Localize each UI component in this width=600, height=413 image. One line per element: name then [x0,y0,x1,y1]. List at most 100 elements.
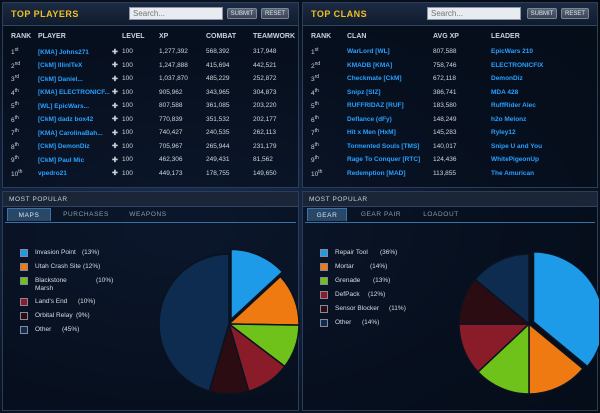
clan-cell[interactable]: Deflance (dFy) [347,113,433,127]
top-clans-panel: TOP CLANS SUBMIT RESET RANK CLAN AVG XP LEA… [302,2,598,188]
add-friend-icon[interactable]: ✚ [112,76,118,83]
rank-suffix: rd [14,74,20,81]
players-search-input[interactable] [129,7,223,20]
leader-cell[interactable]: The Amurican [491,167,595,181]
tab-gear[interactable]: GEAR [307,208,347,221]
rank-cell: 7th [311,126,347,140]
player-cell[interactable]: [CkM] dadz box42 ✚ [38,113,122,127]
player-cell[interactable]: [KMA] CarolinaBah... ✚ [38,126,122,140]
level-cell: 100 [122,48,133,56]
table-row: 2nd [CkM] lllinlTeX ✚ 100 1,247,888 415,694 44… [11,59,296,73]
level-cell: 100 [122,129,133,137]
player-cell[interactable]: [CkM] Paul Mic ✚ [38,153,122,167]
combat-cell: 485,229 [206,75,230,83]
rank-cell: 6th [311,113,347,127]
level-cell: 100 [122,169,133,177]
clan-cell[interactable]: Hit x Men [HxM] [347,126,433,140]
player-name-link[interactable]: [KMA] ELECTRONICF... [38,89,112,96]
clan-cell[interactable]: WarLord [WL] [347,45,433,59]
add-friend-icon[interactable]: ✚ [112,103,118,110]
avg-xp-cell: 140,017 [433,142,457,150]
player-cell[interactable]: [KMA] ELECTRONICF... ✚ [38,86,122,100]
rank-suffix: th [314,114,319,121]
avg-xp-cell: 124,436 [433,156,457,164]
players-submit-button[interactable]: SUBMIT [227,8,257,19]
clan-cell[interactable]: KMADB [KMA] [347,59,433,73]
top-clans-title: TOP CLANS [311,9,368,19]
rank-suffix: th [14,114,19,121]
player-name-link[interactable]: [CkM] Paul Mic [38,157,112,164]
leader-cell[interactable]: DemonDiz [491,72,595,86]
rank-suffix: th [14,141,19,148]
add-friend-icon[interactable]: ✚ [112,170,118,177]
leader-cell[interactable]: h2o Melonz [491,113,595,127]
tab-purchases[interactable]: PURCHASES [55,208,117,221]
player-name-link[interactable]: [CkM] Daniel... [38,76,112,83]
tab-loadout[interactable]: LOADOUT [415,208,467,221]
clan-cell[interactable]: Tormented Souls [TMS] [347,140,433,154]
clans-reset-button[interactable]: RESET [561,8,589,19]
rank-suffix: st [14,47,19,54]
player-name-link[interactable]: [CkM] dadz box42 [38,116,112,123]
rank-suffix: nd [14,60,21,67]
clan-cell[interactable]: Snipz [SIZ] [347,86,433,100]
maps-pie-chart [158,248,300,395]
clan-cell[interactable]: Rage To Conquer [RTC] [347,153,433,167]
rank-cell: 7th [11,126,38,140]
leader-cell[interactable]: WhitePigeonUp [491,153,595,167]
clan-cell[interactable]: Redemption [MAD] [347,167,433,181]
player-name-link[interactable]: [WL] EpicWars... [38,103,112,110]
combat-cell: 415,694 [206,61,230,69]
leader-cell[interactable]: Snipe U and You [491,140,595,154]
clan-cell[interactable]: Checkmate [CkM] [347,72,433,86]
player-cell[interactable]: [CkM] lllinlTeX ✚ [38,59,122,73]
clans-col-header: LEADER [491,32,520,40]
rank-cell: 6th [11,113,38,127]
avg-xp-cell: 807,588 [433,48,457,56]
clans-submit-button[interactable]: SUBMIT [527,8,557,19]
player-cell[interactable]: [CkM] Daniel... ✚ [38,72,122,86]
tab-gear-pair[interactable]: GEAR PAIR [351,208,411,221]
add-friend-icon[interactable]: ✚ [112,143,118,150]
leader-cell[interactable]: MDA 428 [491,86,595,100]
tab-weapons[interactable]: WEAPONS [121,208,175,221]
player-cell[interactable]: vpedro21 ✚ [38,167,122,181]
leader-cell[interactable]: RuffRider Alec [491,99,595,113]
rank-cell: 5th [11,99,38,113]
table-row: 7th Hit x Men [HxM] 145,283 Ryley12 [311,126,595,140]
table-row: 9th Rage To Conquer [RTC] 124,436 WhitePige… [311,153,595,167]
add-friend-icon[interactable]: ✚ [112,62,118,69]
tab-maps[interactable]: MAPS [7,208,51,221]
leader-cell[interactable]: Ryley12 [491,126,595,140]
rank-cell: 1st [11,45,38,59]
player-name-link[interactable]: [KMA] CarolinaBah... [38,130,112,137]
level-cell: 100 [122,88,133,96]
add-friend-icon[interactable]: ✚ [112,49,118,56]
clans-search-input[interactable] [427,7,521,20]
players-reset-button[interactable]: RESET [261,8,289,19]
player-name-link[interactable]: [CkM] lllinlTeX [38,62,112,69]
player-cell[interactable]: [WL] EpicWars... ✚ [38,99,122,113]
player-name-link[interactable]: [CkM] DemonDiz [38,143,112,150]
rank-suffix: th [14,87,19,94]
xp-cell: 1,277,392 [159,48,188,56]
player-cell[interactable]: [KMA] Johns271 ✚ [38,45,122,59]
players-col-header: PLAYER [38,32,66,40]
player-cell[interactable]: [CkM] DemonDiz ✚ [38,140,122,154]
add-friend-icon[interactable]: ✚ [112,130,118,137]
table-row: 1st WarLord [WL] 807,588 EpicWars 210 [311,45,595,59]
player-name-link[interactable]: vpedro21 [38,170,112,177]
leader-cell[interactable]: ELECTRONICFIX [491,59,595,73]
player-name-link[interactable]: [KMA] Johns271 [38,49,112,56]
xp-cell: 705,967 [159,142,183,150]
players-table: RANK PLAYER LEVEL XP COMBAT TEAMWORK 1st [KMA]… [11,27,296,180]
xp-cell: 905,962 [159,88,183,96]
players-col-header: COMBAT [206,32,237,40]
popular-gear-panel: MOST POPULAR GEAR GEAR PAIR LOADOUT Repa… [302,191,599,411]
rank-cell: 2nd [11,59,38,73]
add-friend-icon[interactable]: ✚ [112,116,118,123]
leader-cell[interactable]: EpicWars 210 [491,45,595,59]
clan-cell[interactable]: RUFFRIDAZ [RUF] [347,99,433,113]
add-friend-icon[interactable]: ✚ [112,89,118,96]
add-friend-icon[interactable]: ✚ [112,157,118,164]
